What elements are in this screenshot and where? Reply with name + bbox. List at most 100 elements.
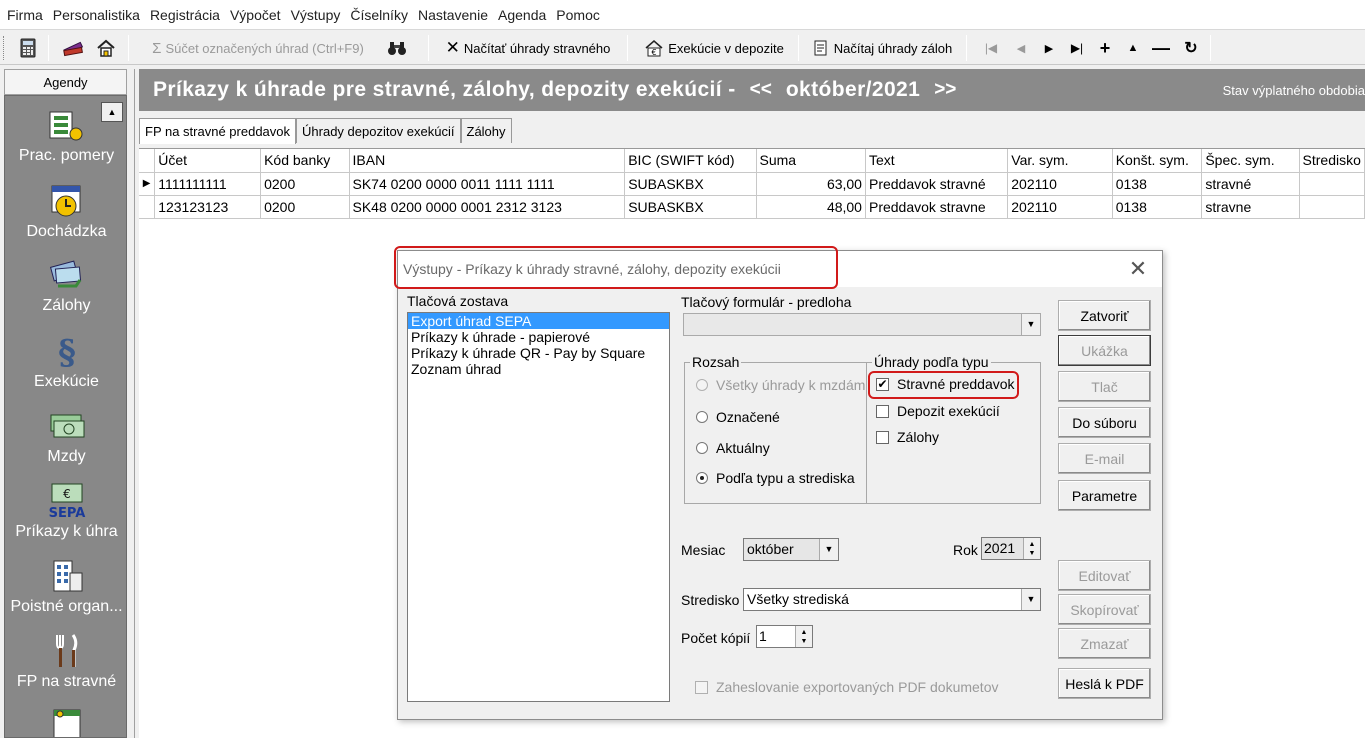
- cell[interactable]: SK48 0200 0000 0001 2312 3123: [349, 195, 626, 219]
- agenda-item-fp-stravne[interactable]: FP na stravné: [5, 632, 126, 691]
- month-select[interactable]: október ▼: [743, 538, 839, 561]
- cell[interactable]: 48,00: [756, 195, 866, 219]
- next-period-button[interactable]: >>: [934, 79, 956, 101]
- cell[interactable]: 1111111111: [154, 172, 262, 196]
- cell[interactable]: [1299, 172, 1365, 196]
- list-item[interactable]: Zoznam úhrad: [408, 361, 669, 377]
- cell[interactable]: SUBASKBX: [624, 172, 757, 196]
- menu-vystupy[interactable]: Výstupy: [286, 7, 346, 23]
- form-template-select[interactable]: ▼: [683, 313, 1041, 336]
- tab-fp-stravne[interactable]: FP na stravné preddavok: [139, 118, 297, 144]
- panel-divider: [134, 69, 138, 738]
- col-header[interactable]: Stredisko: [1299, 149, 1365, 173]
- delete-record-icon[interactable]: —: [1148, 34, 1174, 62]
- load-meal-payments-button[interactable]: ✕ Načítať úhrady stravného: [436, 34, 620, 62]
- list-item[interactable]: Príkazy k úhrade QR - Pay by Square: [408, 345, 669, 361]
- menu-pomoc[interactable]: Pomoc: [551, 7, 605, 23]
- cell[interactable]: 0138: [1112, 195, 1203, 219]
- col-header[interactable]: Text: [865, 149, 1009, 173]
- agenda-item-dochadzka[interactable]: Dochádzka: [5, 182, 126, 241]
- close-button[interactable]: Zatvoriť: [1058, 300, 1151, 331]
- calculator-icon[interactable]: [14, 34, 42, 62]
- col-header[interactable]: Var. sym.: [1007, 149, 1113, 173]
- agenda-item-mzdy[interactable]: Mzdy: [5, 407, 126, 466]
- agenda-item-zalohy[interactable]: Zálohy: [5, 256, 126, 315]
- year-stepper[interactable]: 2021 ▲ ▼: [981, 537, 1041, 560]
- executions-in-deposit-button[interactable]: € Exekúcie v depozite: [636, 34, 792, 62]
- up-record-icon[interactable]: ▲: [1120, 34, 1146, 62]
- cell[interactable]: 202110: [1007, 172, 1113, 196]
- cell[interactable]: 123123123: [154, 195, 262, 219]
- cell[interactable]: stravné: [1201, 172, 1300, 196]
- cell[interactable]: [1299, 195, 1365, 219]
- agenda-item-prikazy[interactable]: € SEPA Príkazy k úhra: [5, 482, 126, 541]
- cell[interactable]: Preddavok stravne: [865, 195, 1009, 219]
- col-header[interactable]: Suma: [756, 149, 866, 173]
- table-row[interactable]: ▶ 1111111111 0200 SK74 0200 0000 0011 11…: [139, 172, 1365, 196]
- col-header[interactable]: Špec. sym.: [1201, 149, 1300, 173]
- agenda-item-more[interactable]: [5, 706, 126, 737]
- add-record-icon[interactable]: +: [1092, 34, 1118, 62]
- sum-selected-button[interactable]: Σ Súčet označených úhrad (Ctrl+F9): [138, 34, 378, 62]
- col-header[interactable]: IBAN: [349, 149, 626, 173]
- delete-button[interactable]: Zmazať: [1058, 628, 1151, 659]
- menu-agenda[interactable]: Agenda: [493, 7, 551, 23]
- home-icon[interactable]: [92, 34, 120, 62]
- range-by-type-radio[interactable]: Podľa typu a strediska: [696, 470, 855, 486]
- range-selected-radio[interactable]: Označené: [696, 409, 780, 425]
- edit-button[interactable]: Editovať: [1058, 560, 1151, 591]
- report-list[interactable]: Export úhrad SEPA Príkazy k úhrade - pap…: [407, 312, 670, 702]
- col-header[interactable]: Kód banky: [260, 149, 350, 173]
- menu-personalistika[interactable]: Personalistika: [48, 7, 145, 23]
- cell[interactable]: SUBASKBX: [624, 195, 757, 219]
- to-file-button[interactable]: Do súboru: [1058, 407, 1151, 438]
- first-record-icon[interactable]: |◀: [978, 34, 1004, 62]
- pdf-password-checkbox[interactable]: Zaheslovanie exportovaných PDF dokumetov: [695, 679, 998, 695]
- col-header[interactable]: Konšt. sym.: [1112, 149, 1203, 173]
- copies-stepper[interactable]: 1 ▲ ▼: [756, 625, 813, 648]
- type-deposit-checkbox[interactable]: Depozit exekúcií: [876, 403, 1000, 419]
- last-record-icon[interactable]: ▶|: [1064, 34, 1090, 62]
- parameters-button[interactable]: Parametre: [1058, 480, 1151, 511]
- copy-button[interactable]: Skopírovať: [1058, 594, 1151, 625]
- cell[interactable]: 63,00: [756, 172, 866, 196]
- table-row[interactable]: 123123123 0200 SK48 0200 0000 0001 2312 …: [139, 195, 1365, 219]
- menu-vypocet[interactable]: Výpočet: [225, 7, 286, 23]
- email-button[interactable]: E-mail: [1058, 443, 1151, 474]
- refresh-icon[interactable]: ↻: [1178, 34, 1204, 62]
- menu-firma[interactable]: Firma: [2, 7, 48, 23]
- col-header[interactable]: Účet: [154, 149, 262, 173]
- col-header[interactable]: BIC (SWIFT kód): [624, 149, 757, 173]
- cell[interactable]: 0200: [260, 172, 350, 196]
- list-item[interactable]: Export úhrad SEPA: [408, 313, 669, 329]
- menu-ciselniky[interactable]: Číselníky: [345, 7, 413, 23]
- next-record-icon[interactable]: ▶: [1036, 34, 1062, 62]
- prev-period-button[interactable]: <<: [750, 79, 772, 101]
- books-icon[interactable]: [58, 34, 88, 62]
- range-all-radio[interactable]: Všetky úhrady k mzdám: [696, 377, 865, 393]
- tab-uhrady-depozitov[interactable]: Úhrady depozitov exekúcií: [296, 118, 461, 143]
- agenda-item-poistne[interactable]: Poistné organ...: [5, 557, 126, 616]
- agenda-item-prac-pomery[interactable]: Prac. pomery: [5, 106, 126, 165]
- range-current-radio[interactable]: Aktuálny: [696, 440, 770, 456]
- print-button[interactable]: Tlač: [1058, 371, 1151, 402]
- list-item[interactable]: Príkazy k úhrade - papierové: [408, 329, 669, 345]
- menu-nastavenie[interactable]: Nastavenie: [413, 7, 493, 23]
- agenda-item-exekucie[interactable]: § Exekúcie: [5, 332, 126, 391]
- cell[interactable]: 0138: [1112, 172, 1203, 196]
- prev-record-icon[interactable]: ◀: [1008, 34, 1034, 62]
- cell[interactable]: SK74 0200 0000 0011 1111 1111: [349, 172, 626, 196]
- tab-zalohy[interactable]: Zálohy: [460, 118, 512, 143]
- type-advances-checkbox[interactable]: Zálohy: [876, 429, 939, 445]
- pdf-passwords-button[interactable]: Heslá k PDF: [1058, 668, 1151, 699]
- cell[interactable]: 202110: [1007, 195, 1113, 219]
- close-icon[interactable]: ✕: [1126, 257, 1150, 281]
- menu-registracia[interactable]: Registrácia: [145, 7, 225, 23]
- cell[interactable]: Preddavok stravné: [865, 172, 1009, 196]
- center-select[interactable]: Všetky strediská ▼: [743, 588, 1041, 611]
- load-advance-payments-button[interactable]: Načítaj úhrady záloh: [806, 34, 958, 62]
- preview-button[interactable]: Ukážka: [1058, 335, 1151, 366]
- binoculars-icon[interactable]: [382, 34, 412, 62]
- cell[interactable]: 0200: [260, 195, 350, 219]
- cell[interactable]: stravne: [1201, 195, 1300, 219]
